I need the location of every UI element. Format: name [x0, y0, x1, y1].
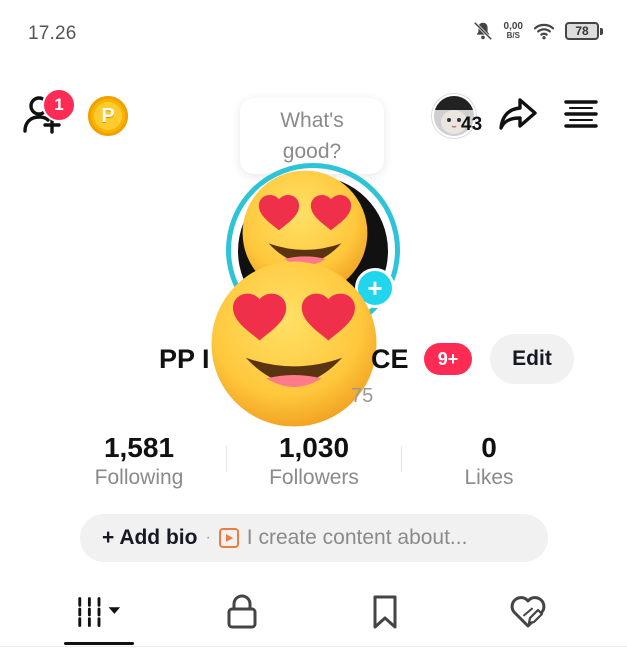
profile-handle: 75	[351, 385, 374, 407]
tab-saved[interactable]	[360, 590, 410, 634]
status-icons: 0,00 B/S 78	[472, 20, 603, 42]
lock-icon	[227, 594, 257, 629]
prompt-line-1: What's	[280, 109, 344, 132]
liked-heart-icon	[510, 596, 546, 628]
stat-value: 0	[481, 432, 497, 463]
coin-letter: P	[94, 102, 122, 130]
status-time: 17.26	[28, 23, 77, 44]
tab-divider	[0, 646, 627, 647]
tab-videos[interactable]	[74, 590, 124, 634]
stat-likes[interactable]: 0 Likes	[404, 432, 574, 490]
stat-label: Following	[94, 466, 184, 489]
tab-liked[interactable]	[503, 590, 553, 634]
name-badge[interactable]: 9+	[424, 343, 472, 375]
stat-value: 1,030	[278, 432, 350, 463]
profile-name-start: PP I	[159, 344, 210, 374]
menu-icon[interactable]	[564, 98, 598, 130]
active-tab-indicator	[64, 642, 134, 645]
stat-value: 1,581	[103, 432, 175, 463]
coin-icon[interactable]: P	[88, 96, 128, 136]
profile-screen: 17.26 0,00 B/S 78 1 P What's good? 43 + …	[0, 0, 627, 656]
tab-private[interactable]	[217, 590, 267, 634]
net-speed-value: 0,00	[503, 21, 523, 32]
battery-icon: 78	[565, 22, 603, 40]
bell-muted-icon	[473, 21, 492, 41]
share-icon[interactable]	[498, 97, 538, 131]
battery-level: 78	[575, 24, 589, 38]
friends-count: 43	[461, 114, 483, 135]
add-bio-label: + Add bio	[102, 526, 198, 549]
stat-label: Likes	[464, 466, 514, 489]
wifi-icon	[533, 23, 555, 40]
edit-profile-button[interactable]: Edit	[490, 334, 574, 384]
grid-videos-icon	[78, 597, 121, 627]
stat-divider	[226, 446, 227, 472]
bio-placeholder: I create content about...	[246, 526, 468, 549]
stat-label: Followers	[269, 466, 359, 489]
stat-following[interactable]: 1,581 Following	[54, 432, 224, 490]
play-icon	[218, 528, 239, 548]
stat-followers[interactable]: 1,030 Followers	[229, 432, 399, 490]
profile-name-end: CE	[371, 344, 409, 374]
net-speed-unit: B/S	[506, 31, 520, 40]
notification-badge: 1	[42, 88, 76, 122]
stat-divider	[401, 446, 402, 472]
add-bio-button[interactable]: + Add bio · I create content about...	[80, 514, 548, 562]
bookmark-icon	[373, 595, 397, 629]
net-speed: 0,00 B/S	[503, 21, 523, 41]
bio-separator: ·	[205, 529, 211, 546]
